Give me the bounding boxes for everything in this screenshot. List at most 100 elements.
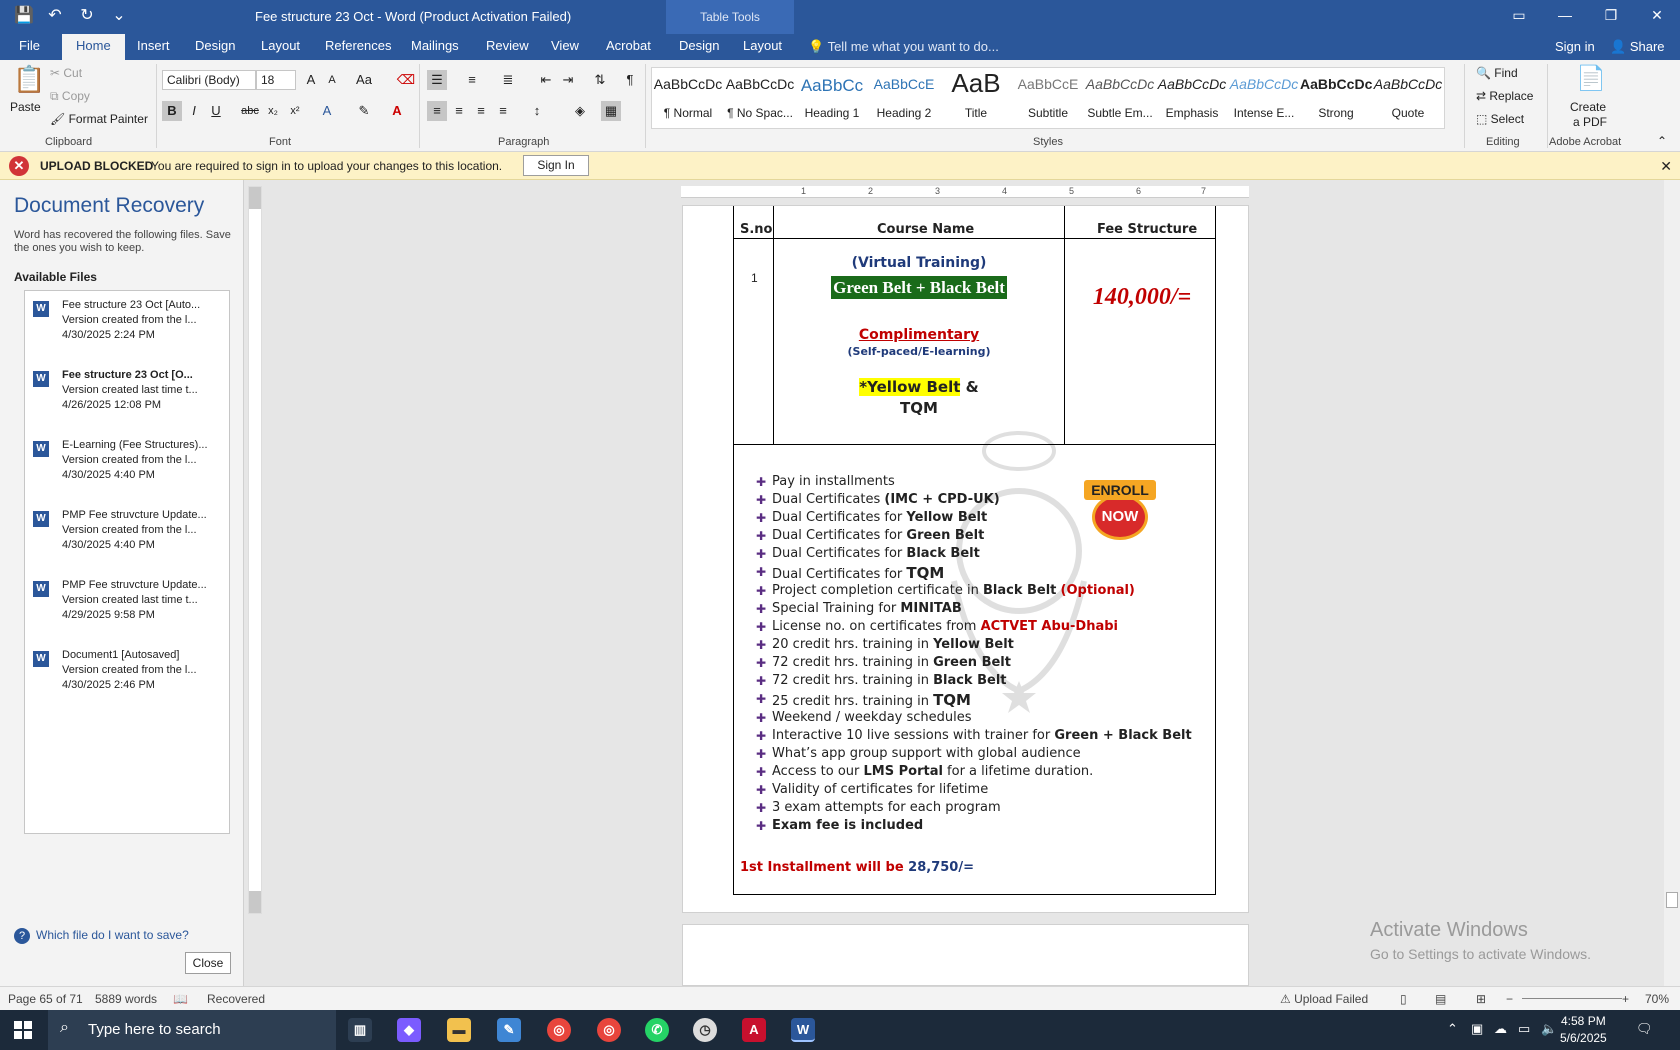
onedrive-icon[interactable]: ☁ bbox=[1494, 1021, 1507, 1037]
redo-icon[interactable]: ↻ bbox=[78, 5, 96, 25]
restore-button[interactable]: ❐ bbox=[1588, 0, 1634, 30]
style-normal[interactable]: AaBbCcDc ¶ Normal bbox=[652, 68, 724, 128]
recovered-file-item[interactable]: W Fee structure 23 Oct [Auto... Version … bbox=[33, 299, 225, 359]
sort-icon[interactable]: ⇅ bbox=[590, 70, 610, 90]
undo-icon[interactable]: ↶ bbox=[46, 5, 64, 25]
select-button[interactable]: ⬚ Select bbox=[1476, 112, 1524, 126]
font-color-icon[interactable]: A bbox=[387, 101, 407, 121]
meet-now-icon[interactable]: ▣ bbox=[1471, 1021, 1483, 1037]
close-icon[interactable]: ✕ bbox=[1660, 158, 1672, 175]
minimize-button[interactable]: — bbox=[1542, 0, 1588, 30]
font-size-select[interactable]: 18 bbox=[256, 70, 296, 90]
zoom-out-icon[interactable]: − bbox=[1506, 992, 1513, 1006]
shading-icon[interactable]: ◈ bbox=[570, 101, 590, 121]
volume-icon[interactable]: 🔈 bbox=[1541, 1021, 1557, 1037]
clear-formatting-icon[interactable]: ⌫ bbox=[396, 70, 416, 90]
justify-icon[interactable]: ≡ bbox=[493, 101, 513, 121]
print-layout-icon[interactable]: ▤ bbox=[1435, 992, 1446, 1006]
recovered-file-item[interactable]: W PMP Fee struvcture Update... Version c… bbox=[33, 579, 225, 639]
create-pdf-button-line2[interactable]: a PDF bbox=[1573, 115, 1607, 129]
cut-button[interactable]: ✂ Cut bbox=[50, 66, 82, 80]
recovered-file-item[interactable]: W Document1 [Autosaved] Version created … bbox=[33, 649, 225, 709]
paste-icon[interactable]: 📋 bbox=[13, 64, 45, 95]
whatsapp-icon[interactable]: ✆ bbox=[645, 1018, 669, 1042]
style-strong[interactable]: AaBbCcDc Strong bbox=[1300, 68, 1372, 128]
style-subtle-emphasis[interactable]: AaBbCcDc Subtle Em... bbox=[1084, 68, 1156, 128]
zoom-slider[interactable] bbox=[1522, 998, 1622, 999]
create-pdf-icon[interactable]: 📄 bbox=[1576, 64, 1606, 93]
superscript-icon[interactable]: x² bbox=[285, 101, 305, 121]
taskbar-search[interactable]: ⌕ Type here to search bbox=[48, 1010, 336, 1050]
sign-in-link[interactable]: Sign in bbox=[1555, 39, 1595, 54]
customize-qat-icon[interactable]: ⌄ bbox=[110, 5, 128, 25]
page-count[interactable]: Page 65 of 71 bbox=[8, 992, 83, 1006]
style-subtitle[interactable]: AaBbCcE Subtitle bbox=[1012, 68, 1084, 128]
share-button[interactable]: 👤 Share bbox=[1610, 39, 1665, 55]
system-clock[interactable]: 4:58 PM 5/6/2025 bbox=[1560, 1013, 1607, 1047]
read-mode-icon[interactable]: ▯ bbox=[1400, 992, 1407, 1006]
recovery-close-button[interactable]: Close bbox=[185, 952, 231, 974]
change-case-icon[interactable]: Aa bbox=[354, 70, 374, 90]
copy-button[interactable]: ⧉ Copy bbox=[50, 89, 90, 104]
task-view-icon[interactable]: ▥ bbox=[348, 1018, 372, 1042]
text-effects-icon[interactable]: A bbox=[317, 101, 337, 121]
tab-mailings[interactable]: Mailings bbox=[411, 38, 459, 53]
bullets-icon[interactable]: ☰ bbox=[427, 70, 447, 90]
proofing-icon[interactable]: 📖 bbox=[173, 992, 188, 1006]
tab-table-layout[interactable]: Layout bbox=[743, 38, 782, 53]
line-spacing-icon[interactable]: ↕ bbox=[527, 101, 547, 121]
align-left-icon[interactable]: ≡ bbox=[427, 101, 447, 121]
tab-view[interactable]: View bbox=[551, 38, 579, 53]
tab-home[interactable]: Home bbox=[62, 34, 125, 60]
save-icon[interactable]: 💾 bbox=[14, 5, 34, 25]
increase-indent-icon[interactable]: ⇥ bbox=[558, 70, 578, 90]
sign-in-button[interactable]: Sign In bbox=[523, 155, 589, 176]
create-pdf-button[interactable]: Create bbox=[1570, 100, 1606, 114]
style-emphasis[interactable]: AaBbCcDc Emphasis bbox=[1156, 68, 1228, 128]
web-layout-icon[interactable]: ⊞ bbox=[1476, 992, 1486, 1006]
decrease-indent-icon[interactable]: ⇤ bbox=[536, 70, 556, 90]
tab-insert[interactable]: Insert bbox=[137, 38, 170, 53]
chrome-profile-icon[interactable]: ◎ bbox=[597, 1018, 621, 1042]
scroll-thumb[interactable] bbox=[1666, 892, 1678, 908]
grow-font-icon[interactable]: A bbox=[301, 70, 321, 90]
numbering-icon[interactable]: ≡ bbox=[462, 70, 482, 90]
next-document-page[interactable] bbox=[682, 924, 1249, 986]
clock-app-icon[interactable]: ◷ bbox=[693, 1018, 717, 1042]
tab-acrobat[interactable]: Acrobat bbox=[606, 38, 651, 53]
style-heading-2[interactable]: AaBbCcE Heading 2 bbox=[868, 68, 940, 128]
strikethrough-icon[interactable]: abc bbox=[240, 101, 260, 121]
copilot-icon[interactable]: ◆ bbox=[397, 1018, 421, 1042]
recovered-file-item[interactable]: W Fee structure 23 Oct [O... Version cre… bbox=[33, 369, 225, 429]
zoom-in-icon[interactable]: + bbox=[1622, 992, 1629, 1006]
bold-icon[interactable]: B bbox=[162, 101, 182, 121]
upload-failed-status[interactable]: ⚠ Upload Failed bbox=[1280, 992, 1368, 1006]
show-marks-icon[interactable]: ¶ bbox=[620, 70, 640, 90]
tab-table-design[interactable]: Design bbox=[679, 38, 719, 53]
recovered-file-item[interactable]: W E-Learning (Fee Structures)... Version… bbox=[33, 439, 225, 499]
style-no-spacing[interactable]: AaBbCcDc ¶ No Spac... bbox=[724, 68, 796, 128]
paste-button[interactable]: Paste bbox=[10, 100, 41, 114]
tell-me-search[interactable]: 💡 Tell me what you want to do... bbox=[808, 39, 999, 55]
tab-file[interactable]: File bbox=[19, 38, 40, 53]
borders-icon[interactable]: ▦ bbox=[601, 101, 621, 121]
style-title[interactable]: AaB Title bbox=[940, 68, 1012, 128]
notifications-icon[interactable]: 🗨 bbox=[1636, 1021, 1653, 1037]
network-icon[interactable]: ▭ bbox=[1518, 1021, 1530, 1037]
word-count[interactable]: 5889 words bbox=[95, 992, 157, 1006]
highlight-icon[interactable]: ✎ bbox=[354, 101, 374, 121]
file-explorer-icon[interactable]: ▬ bbox=[447, 1018, 471, 1042]
subscript-icon[interactable]: x₂ bbox=[263, 101, 283, 121]
zoom-level[interactable]: 70% bbox=[1645, 992, 1669, 1006]
chrome-icon[interactable]: ◎ bbox=[547, 1018, 571, 1042]
collapse-ribbon-icon[interactable]: ⌃ bbox=[1657, 134, 1667, 148]
font-name-select[interactable]: Calibri (Body) bbox=[162, 70, 256, 90]
tab-design[interactable]: Design bbox=[195, 38, 235, 53]
windows-start-icon[interactable] bbox=[14, 1021, 32, 1039]
italic-icon[interactable]: I bbox=[184, 101, 204, 121]
which-file-help-link[interactable]: ? Which file do I want to save? bbox=[14, 928, 189, 944]
close-window-button[interactable]: ✕ bbox=[1634, 0, 1680, 30]
tab-review[interactable]: Review bbox=[486, 38, 529, 53]
recovered-file-item[interactable]: W PMP Fee struvcture Update... Version c… bbox=[33, 509, 225, 569]
style-quote[interactable]: AaBbCcDc Quote bbox=[1372, 68, 1444, 128]
